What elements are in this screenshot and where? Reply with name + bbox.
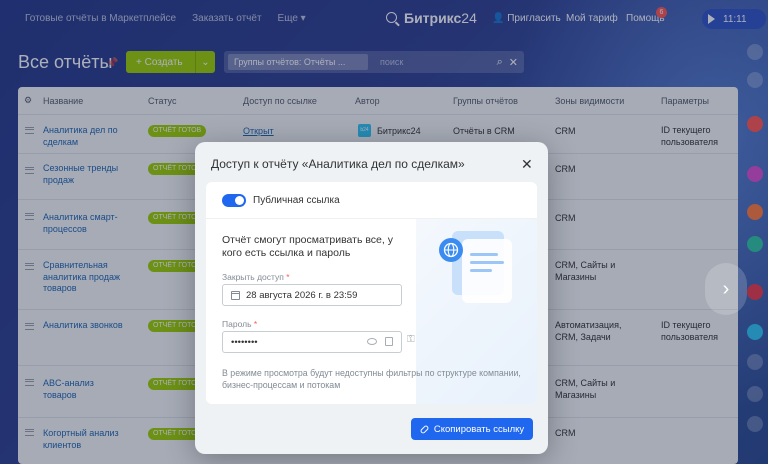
close-access-label: Закрыть доступ * [222, 272, 290, 282]
password-label-text: Пароль [222, 319, 252, 329]
key-icon[interactable]: ⚿ [407, 334, 419, 346]
access-dialog: Доступ к отчёту «Аналитика дел по сделка… [195, 142, 548, 454]
password-field[interactable]: •••••••• [222, 331, 402, 353]
dialog-card: Публичная ссылка Отчёт смогут просматрив… [206, 182, 537, 404]
chevron-right-icon[interactable]: › [705, 263, 747, 315]
close-access-date-value: 28 августа 2026 г. в 23:59 [246, 289, 358, 301]
required-mark: * [253, 319, 258, 329]
required-mark: * [286, 272, 290, 282]
public-link-toggle[interactable] [222, 194, 246, 207]
close-icon[interactable]: ✕ [521, 156, 533, 173]
password-value: •••••••• [231, 336, 258, 348]
dialog-title: Доступ к отчёту «Аналитика дел по сделка… [211, 157, 465, 171]
password-label: Пароль * [222, 319, 257, 329]
filters-note: В режиме просмотра будут недоступны филь… [222, 368, 521, 390]
copy-icon[interactable] [385, 337, 393, 346]
close-access-label-text: Закрыть доступ [222, 272, 284, 282]
close-access-date-field[interactable]: 28 августа 2026 г. в 23:59 [222, 284, 402, 306]
toggle-label: Публичная ссылка [253, 195, 340, 206]
calendar-icon [231, 290, 240, 300]
copy-link-label: Скопировать ссылку [433, 423, 525, 435]
link-icon [419, 424, 430, 434]
description: Отчёт смогут просматривать все, у кого е… [222, 234, 393, 259]
eye-icon[interactable] [367, 338, 377, 345]
copy-link-button[interactable]: Скопировать ссылку [411, 418, 533, 440]
